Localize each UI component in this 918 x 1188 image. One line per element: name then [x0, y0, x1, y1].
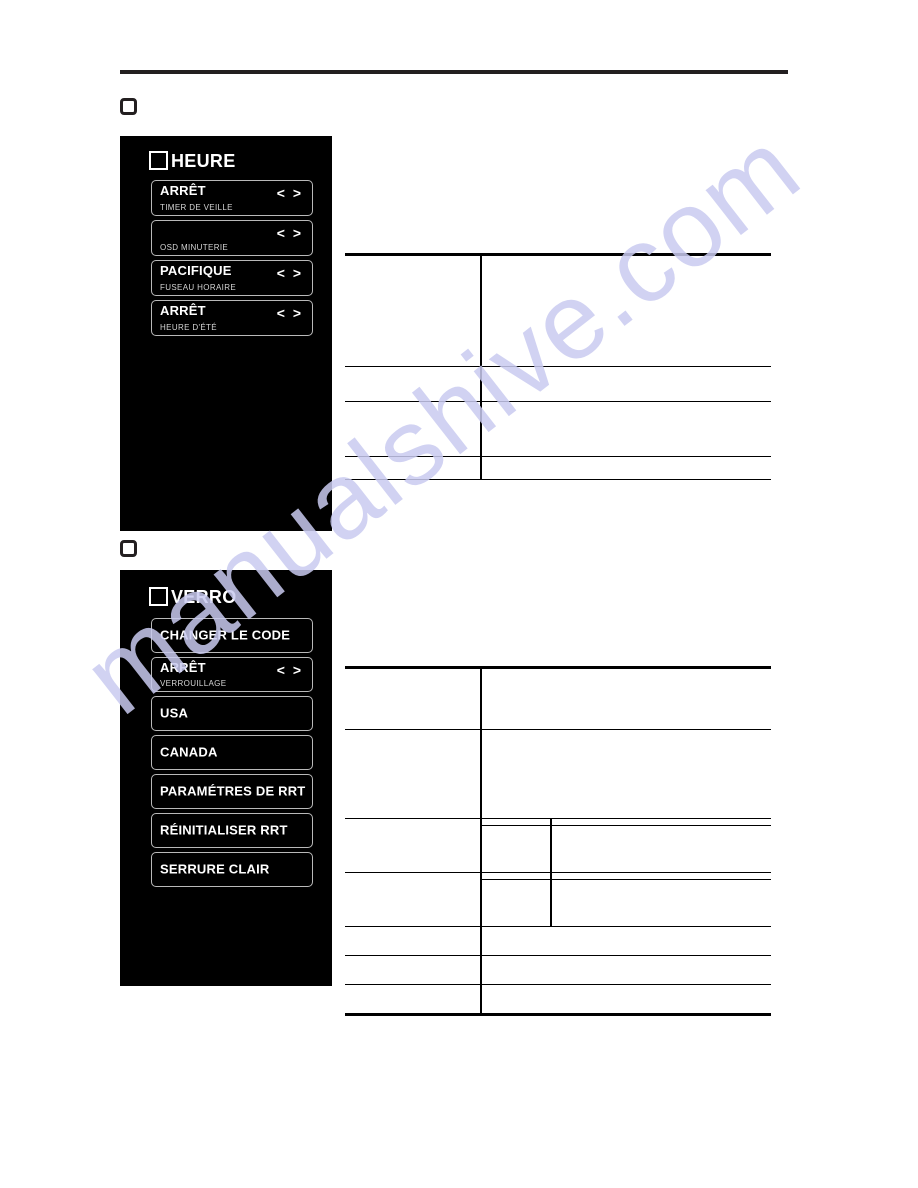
manual-page: manualshive.com HEURE ARRÊT TIMER DE VEI…	[0, 0, 918, 1188]
table-cell	[480, 984, 771, 1016]
osd-item-usa[interactable]: USA	[151, 696, 313, 731]
osd-row-value: ARRÊT	[160, 183, 206, 198]
table-row	[345, 729, 771, 819]
osd-row-value: ARRÊT	[160, 303, 206, 318]
osd-panel-verro: VERRO CHANGER LE CODE ARRÊT VERROUILLAGE…	[120, 570, 332, 986]
square-outline-icon	[149, 587, 168, 606]
osd-row-list-heure: ARRÊT TIMER DE VEILLE < > OSD MINUTERIE …	[151, 180, 313, 336]
osd-row-arrows-icon[interactable]: < >	[277, 265, 303, 281]
table-row	[345, 818, 771, 873]
spec-table-verro	[345, 666, 771, 1016]
osd-item-label: CANADA	[160, 744, 218, 760]
table-cell	[480, 666, 771, 730]
table-cell	[345, 666, 481, 730]
osd-item-serrure-clair[interactable]: SERRURE CLAIR	[151, 852, 313, 887]
table-row	[345, 456, 771, 480]
table-cell	[345, 366, 481, 402]
osd-row-label: HEURE D'ÉTÉ	[160, 322, 217, 332]
table-cell	[550, 825, 771, 873]
table-cell	[480, 366, 771, 402]
osd-row-osd-minuterie[interactable]: OSD MINUTERIE < >	[151, 220, 313, 256]
table-cell	[345, 926, 481, 956]
table-row	[345, 984, 771, 1016]
osd-item-label: PARAMÉTRES DE RRT	[160, 783, 306, 799]
table-row	[345, 872, 771, 927]
table-cell	[480, 872, 551, 880]
osd-row-label: OSD MINUTERIE	[160, 242, 229, 252]
section-bullet-heure	[120, 98, 137, 115]
table-row	[345, 926, 771, 956]
osd-row-arrows-icon[interactable]: < >	[277, 225, 303, 241]
osd-item-label: USA	[160, 705, 189, 721]
table-cell	[345, 401, 481, 457]
osd-row-fuseau-horaire[interactable]: PACIFIQUE FUSEAU HORAIRE < >	[151, 260, 313, 296]
table-row	[345, 955, 771, 985]
osd-row-heure-d-ete[interactable]: ARRÊT HEURE D'ÉTÉ < >	[151, 300, 313, 336]
osd-row-arrows-icon[interactable]: < >	[277, 662, 303, 678]
osd-item-changer-le-code[interactable]: CHANGER LE CODE	[151, 618, 313, 653]
table-cell	[480, 879, 551, 927]
table-row	[345, 401, 771, 457]
table-cell	[480, 955, 771, 985]
osd-row-timer-de-veille[interactable]: ARRÊT TIMER DE VEILLE < >	[151, 180, 313, 216]
osd-item-label: SERRURE CLAIR	[160, 861, 270, 877]
section-bullet-verro	[120, 540, 137, 557]
osd-row-label: VERROUILLAGE	[160, 678, 227, 688]
table-cell	[345, 984, 481, 1016]
osd-row-label: TIMER DE VEILLE	[160, 202, 233, 212]
table-cell	[480, 401, 771, 457]
table-cell	[550, 818, 771, 826]
table-row	[345, 366, 771, 402]
osd-item-canada[interactable]: CANADA	[151, 735, 313, 770]
table-cell	[345, 456, 481, 480]
square-outline-icon	[149, 151, 168, 170]
table-row	[345, 666, 771, 730]
table-cell	[480, 456, 771, 480]
osd-row-verrouillage[interactable]: ARRÊT VERROUILLAGE < >	[151, 657, 313, 692]
table-cell	[550, 879, 771, 927]
osd-row-value: ARRÊT	[160, 660, 206, 675]
osd-header-heure: HEURE	[149, 151, 236, 170]
table-cell	[480, 253, 771, 367]
osd-item-parametres-de-rrt[interactable]: PARAMÉTRES DE RRT	[151, 774, 313, 809]
table-cell	[480, 818, 551, 826]
page-top-rule	[120, 70, 788, 74]
table-row	[345, 253, 771, 367]
table-cell	[345, 872, 481, 927]
osd-item-reinitialiser-rrt[interactable]: RÉINITIALISER RRT	[151, 813, 313, 848]
table-cell	[550, 872, 771, 880]
table-cell	[480, 825, 551, 873]
spec-table-heure	[345, 253, 771, 480]
osd-item-label: RÉINITIALISER RRT	[160, 822, 288, 838]
osd-title-heure: HEURE	[171, 150, 236, 171]
osd-row-label: FUSEAU HORAIRE	[160, 282, 237, 292]
osd-row-arrows-icon[interactable]: < >	[277, 185, 303, 201]
osd-header-verro: VERRO	[149, 587, 237, 606]
table-cell	[480, 926, 771, 956]
table-cell	[345, 955, 481, 985]
osd-row-value: PACIFIQUE	[160, 263, 232, 278]
table-cell	[480, 729, 771, 819]
table-cell	[345, 818, 481, 873]
osd-row-list-verro: CHANGER LE CODE ARRÊT VERROUILLAGE < > U…	[151, 618, 313, 887]
osd-row-arrows-icon[interactable]: < >	[277, 305, 303, 321]
table-cell	[345, 729, 481, 819]
osd-panel-heure: HEURE ARRÊT TIMER DE VEILLE < > OSD MINU…	[120, 136, 332, 531]
osd-title-verro: VERRO	[171, 586, 237, 607]
table-cell	[345, 253, 481, 367]
osd-item-label: CHANGER LE CODE	[160, 627, 291, 643]
